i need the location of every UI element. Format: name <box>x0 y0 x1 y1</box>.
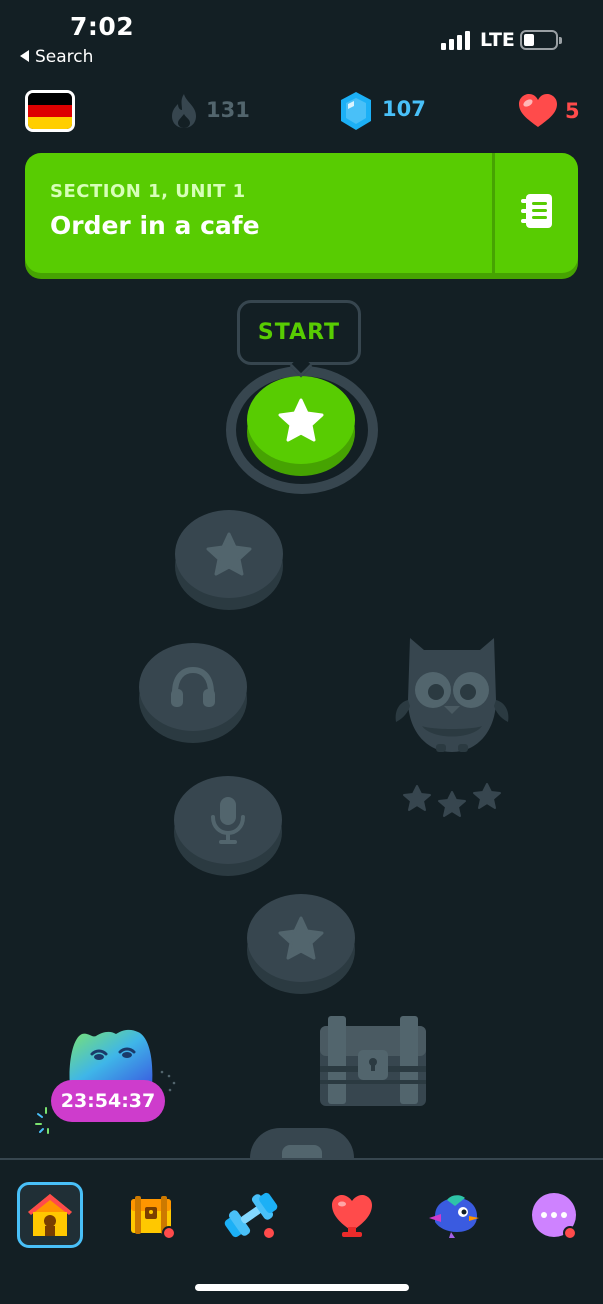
star-icon <box>206 532 252 576</box>
course-flag-button[interactable] <box>25 90 75 132</box>
unit-title: Order in a cafe <box>50 211 260 240</box>
network-type: LTE <box>480 29 515 51</box>
heart-icon <box>519 94 557 127</box>
start-tooltip: START <box>237 300 361 378</box>
nav-quests[interactable] <box>118 1182 184 1248</box>
start-label: START <box>257 320 341 345</box>
sparkle-left-icon <box>35 1107 49 1134</box>
lesson-node-listening[interactable] <box>139 643 247 743</box>
bird-icon <box>429 1195 479 1238</box>
star-icon <box>278 398 324 442</box>
nav-leaderboards[interactable] <box>319 1182 385 1248</box>
nav-more[interactable] <box>521 1182 587 1248</box>
headphones-icon <box>171 666 215 707</box>
status-time: 7:02 <box>70 12 135 41</box>
locked-chest-icon[interactable] <box>316 1014 430 1110</box>
sparkle-right-icon <box>160 1070 176 1092</box>
battery-icon <box>520 30 562 50</box>
practice-notification-dot <box>262 1226 276 1240</box>
next-node-icon <box>282 1145 322 1158</box>
back-arrow-icon <box>20 50 29 62</box>
bottom-nav <box>0 1158 603 1304</box>
rating-stars-icon <box>403 783 501 817</box>
flame-icon <box>172 94 196 128</box>
gem-count: 107 <box>382 97 426 121</box>
gem-icon <box>341 92 371 130</box>
lesson-node-2[interactable] <box>175 510 283 610</box>
timer-badge[interactable]: 23:54:37 <box>51 1080 165 1122</box>
owl-character <box>395 638 509 752</box>
trophy-icon <box>332 1195 372 1237</box>
signal-icon <box>441 30 473 50</box>
streak-count: 131 <box>206 98 250 122</box>
star-icon <box>278 916 324 960</box>
home-icon <box>28 1194 72 1236</box>
section-label: SECTION 1, UNIT 1 <box>50 181 246 202</box>
timer-value: 23:54:37 <box>60 1090 156 1112</box>
back-label: Search <box>35 47 94 67</box>
nav-learn[interactable] <box>17 1182 83 1248</box>
monster-character <box>69 1029 153 1086</box>
back-to-search-link[interactable]: Search <box>20 47 93 67</box>
home-indicator[interactable] <box>195 1284 409 1291</box>
microphone-icon <box>211 797 245 844</box>
quests-notification-dot <box>162 1226 176 1240</box>
heart-count: 5 <box>565 99 580 123</box>
lesson-node-speaking[interactable] <box>174 776 282 876</box>
hearts-counter[interactable] <box>517 93 599 129</box>
guidebook-icon[interactable] <box>520 192 554 230</box>
nav-shop[interactable] <box>420 1182 486 1248</box>
nav-practice[interactable] <box>218 1182 284 1248</box>
more-notification-dot <box>563 1226 577 1240</box>
lesson-node-start[interactable] <box>247 376 355 476</box>
lesson-node-5[interactable] <box>247 894 355 994</box>
